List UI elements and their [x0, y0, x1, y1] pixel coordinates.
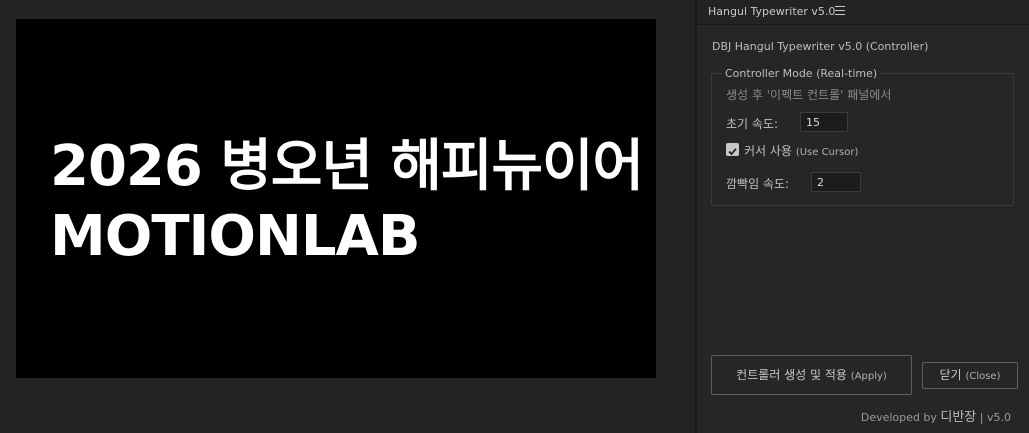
- canvas-text-line-1: 2026 병오년 해피뉴이어: [50, 134, 644, 199]
- use-cursor-checkbox[interactable]: [726, 143, 739, 156]
- panel-heading: DBJ Hangul Typewriter v5.0 (Controller): [712, 40, 929, 53]
- close-button-label: 닫기: [939, 368, 962, 382]
- panel-tab-title: Hangul Typewriter v5.0: [708, 5, 836, 18]
- blink-speed-input[interactable]: 2: [811, 172, 861, 192]
- panel-tab[interactable]: Hangul Typewriter v5.0: [697, 0, 1029, 25]
- apply-button-sub: (Apply): [850, 371, 887, 382]
- blink-speed-label: 깜빡임 속도:: [726, 177, 790, 191]
- close-button-sub: (Close): [965, 371, 1001, 382]
- panel-body: DBJ Hangul Typewriter v5.0 (Controller) …: [697, 25, 1029, 433]
- controller-mode-group: Controller Mode (Real-time) 생성 후 '이펙트 컨트…: [711, 67, 1014, 206]
- group-legend: Controller Mode (Real-time): [722, 67, 881, 80]
- checkmark-icon: [728, 148, 737, 156]
- app-window: 2026 병오년 해피뉴이어 MOTIONLAB Hangul Typewrit…: [0, 0, 1029, 433]
- apply-button-label: 컨트롤러 생성 및 적용: [736, 368, 847, 382]
- use-cursor-label-sub: (Use Cursor): [795, 147, 859, 158]
- footer-credit: Developed by 디반장 | v5.0: [861, 406, 1011, 425]
- footer-author: 디반장: [940, 410, 977, 425]
- apply-button[interactable]: 컨트롤러 생성 및 적용 (Apply): [711, 355, 912, 395]
- initial-speed-label: 초기 속도:: [726, 117, 779, 131]
- initial-speed-input[interactable]: 15: [800, 112, 848, 132]
- composition-canvas[interactable]: 2026 병오년 해피뉴이어 MOTIONLAB: [16, 19, 656, 378]
- panel-menu-icon[interactable]: [835, 6, 845, 17]
- close-button[interactable]: 닫기 (Close): [922, 362, 1018, 389]
- group-hint: 생성 후 '이펙트 컨트롤' 패널에서: [726, 88, 892, 102]
- use-cursor-label[interactable]: 커서 사용 (Use Cursor): [744, 142, 858, 159]
- hangul-typewriter-panel: Hangul Typewriter v5.0 DBJ Hangul Typewr…: [697, 0, 1029, 433]
- canvas-text-line-2: MOTIONLAB: [50, 204, 421, 269]
- footer-version: | v5.0: [979, 411, 1011, 424]
- use-cursor-label-text: 커서 사용: [744, 144, 792, 158]
- footer-prefix: Developed by: [860, 411, 937, 424]
- composition-viewer: 2026 병오년 해피뉴이어 MOTIONLAB: [0, 0, 695, 433]
